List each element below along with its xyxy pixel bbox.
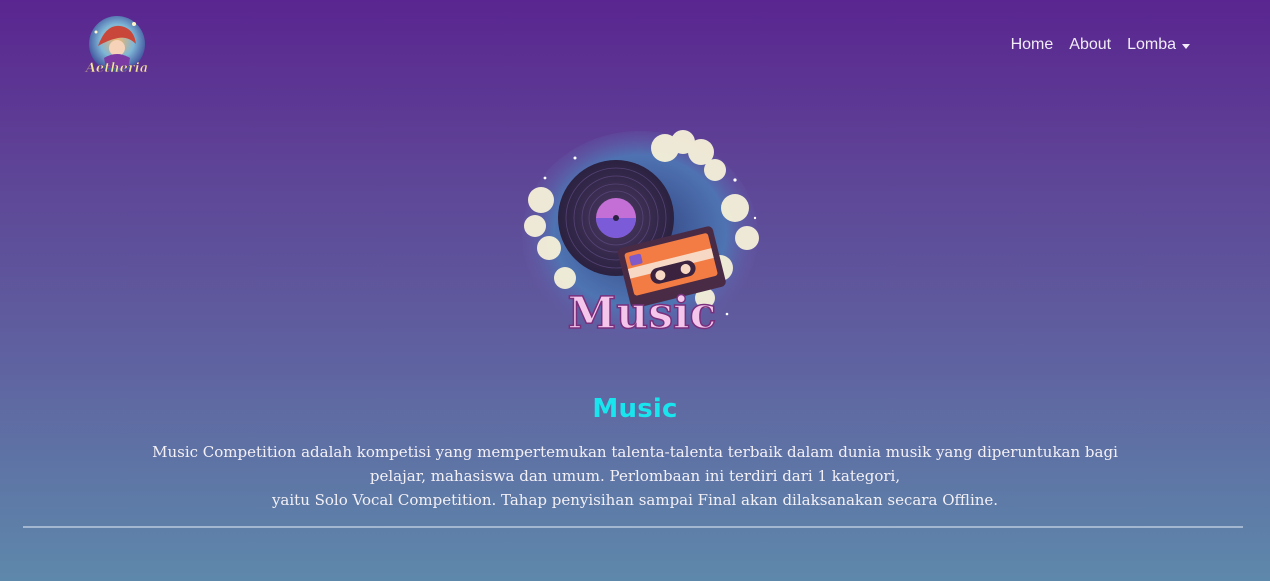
logo-wordmark: Aetheria bbox=[84, 61, 148, 76]
competition-description: Music Competition adalah kompetisi yang … bbox=[0, 440, 1270, 512]
divider bbox=[23, 526, 1243, 528]
page-title: Music bbox=[592, 394, 678, 424]
nav-links: Home About Lomba bbox=[1011, 36, 1190, 54]
music-emblem: Music bbox=[522, 130, 759, 341]
aetheria-logo[interactable]: Aetheria bbox=[84, 14, 150, 80]
navbar: Aetheria Home About Lomba bbox=[0, 0, 1270, 95]
nav-link-about[interactable]: About bbox=[1069, 36, 1111, 54]
nav-dropdown-lomba[interactable]: Lomba bbox=[1127, 36, 1190, 54]
nav-dropdown-lomba-label: Lomba bbox=[1127, 36, 1176, 53]
description-line-3: yaitu Solo Vocal Competition. Tahap peny… bbox=[271, 491, 999, 509]
caret-down-icon bbox=[1182, 43, 1190, 49]
emblem-wordmark: Music bbox=[568, 288, 717, 339]
description-line-1: Music Competition adalah kompetisi yang … bbox=[152, 443, 1118, 461]
description-line-2: pelajar, mahasiswa dan umum. Perlombaan … bbox=[369, 467, 901, 485]
nav-link-home[interactable]: Home bbox=[1011, 36, 1054, 54]
